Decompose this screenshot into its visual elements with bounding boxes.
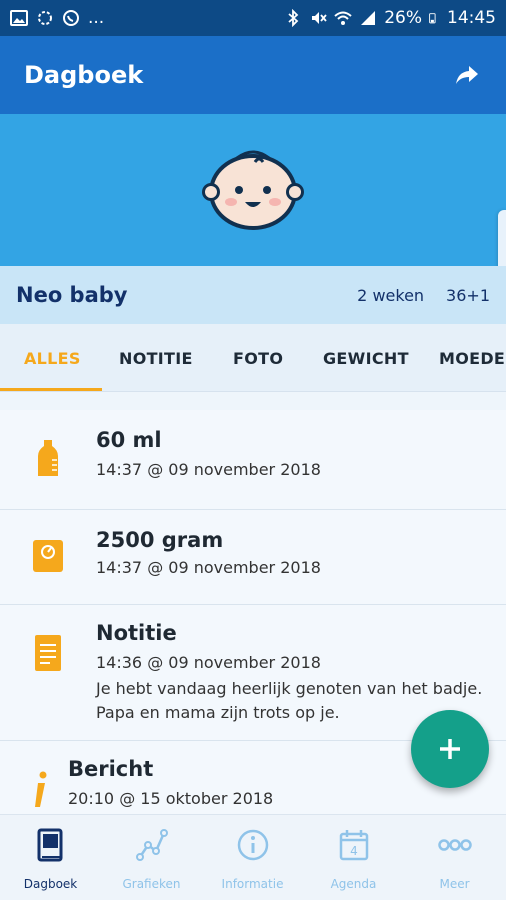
tab-moeder[interactable]: MOEDE	[439, 324, 505, 391]
app-bar: Dagboek	[0, 36, 506, 114]
header-banner	[0, 114, 506, 266]
entry-title: Notitie	[96, 621, 177, 645]
entry-title: 60 ml	[96, 428, 162, 452]
battery-icon	[429, 13, 436, 24]
plus-icon	[440, 739, 460, 759]
bottom-navigation: Dagboek Grafieken Informatie 4 Agenda Me…	[0, 814, 506, 900]
whatsapp-icon	[63, 10, 79, 26]
battery-percent: 26%	[384, 8, 422, 28]
tab-notitie[interactable]: NOTITIE	[119, 324, 193, 391]
profile-meta: 2 weken 36+1	[357, 286, 490, 305]
tab-gewicht[interactable]: GEWICHT	[323, 324, 409, 391]
active-tab-indicator	[0, 388, 102, 391]
tab-foto[interactable]: FOTO	[233, 324, 283, 391]
share-button[interactable]	[452, 60, 482, 90]
calendar-icon: 4	[339, 830, 368, 861]
clock: 14:45	[447, 8, 496, 28]
baby-age: 2 weken	[357, 285, 425, 305]
mute-icon	[312, 12, 327, 24]
entry-timestamp: 14:37 @ 09 november 2018	[96, 460, 321, 479]
list-item[interactable]: 60 ml 14:37 @ 09 november 2018	[0, 410, 506, 510]
share-icon	[456, 66, 478, 84]
nav-informatie[interactable]: Informatie	[202, 815, 303, 900]
info-circle-icon	[237, 829, 268, 861]
list-item[interactable]: 2500 gram 14:37 @ 09 november 2018	[0, 510, 506, 605]
nav-meer[interactable]: Meer	[404, 815, 505, 900]
profile-row: Neo baby 2 weken 36+1	[0, 266, 506, 324]
status-bar: ... 26% 14:45	[0, 0, 506, 36]
scale-icon	[33, 540, 63, 572]
entry-timestamp: 14:37 @ 09 november 2018	[96, 558, 321, 577]
entry-title: Bericht	[68, 757, 154, 781]
add-entry-button[interactable]	[411, 710, 489, 788]
book-icon	[37, 828, 62, 862]
nav-label: Meer	[439, 877, 470, 891]
nav-label: Dagboek	[23, 877, 78, 891]
status-left: ...	[10, 8, 104, 28]
baby-face-icon[interactable]	[201, 146, 305, 234]
signal-icon	[361, 11, 376, 25]
nav-label: Informatie	[221, 877, 284, 891]
sync-icon	[38, 11, 52, 25]
more-notifications: ...	[88, 8, 105, 28]
calendar-day: 4	[350, 844, 358, 858]
nav-agenda[interactable]: 4 Agenda	[303, 815, 404, 900]
nav-dagboek[interactable]: Dagboek	[0, 815, 101, 900]
entry-timestamp: 14:36 @ 09 november 2018	[96, 653, 321, 672]
chart-icon	[135, 829, 168, 861]
info-icon	[35, 771, 47, 807]
bottle-icon	[38, 440, 58, 476]
tab-alles[interactable]: ALLES	[24, 324, 81, 391]
bluetooth-icon	[288, 9, 299, 27]
more-icon	[437, 839, 472, 851]
entry-title: 2500 gram	[96, 528, 224, 552]
wifi-icon	[334, 11, 352, 25]
image-icon	[10, 10, 28, 26]
entry-timestamp: 20:10 @ 15 oktober 2018	[68, 789, 274, 808]
gestational-age: 36+1	[446, 285, 490, 305]
entry-body-line: Je hebt vandaag heerlijk genoten van het…	[96, 679, 483, 698]
baby-name: Neo baby	[16, 283, 128, 307]
nav-grafieken[interactable]: Grafieken	[101, 815, 202, 900]
page-title: Dagboek	[24, 61, 144, 89]
status-right: 26% 14:45	[284, 8, 496, 28]
nav-label: Grafieken	[122, 877, 181, 891]
note-icon	[35, 635, 61, 671]
filter-tabs: ALLES NOTITIE FOTO GEWICHT MOEDE	[0, 324, 506, 392]
nav-label: Agenda	[330, 877, 377, 891]
